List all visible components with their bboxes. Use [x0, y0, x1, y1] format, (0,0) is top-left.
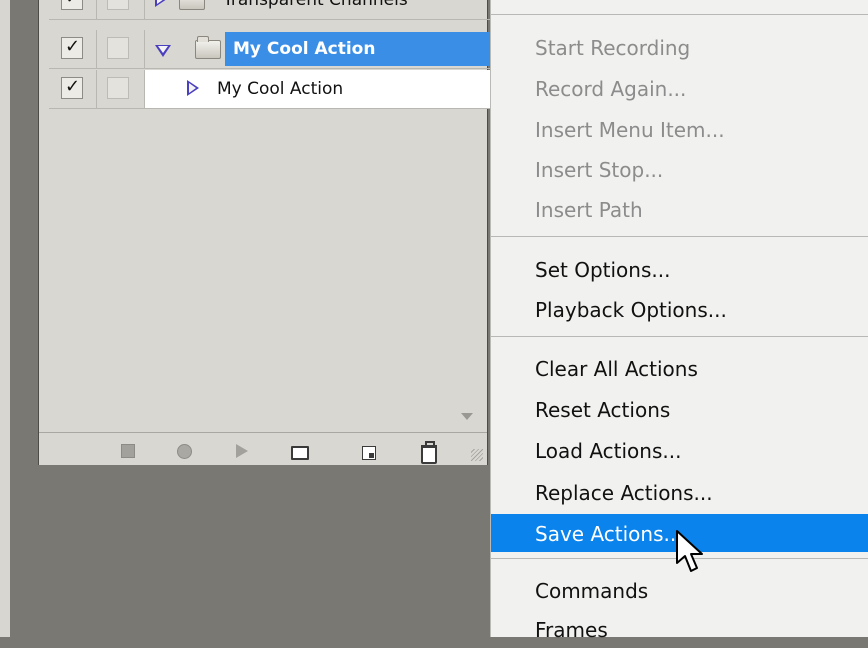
toggle-checkbox[interactable]: ✓ — [61, 0, 83, 10]
panel-toolbar — [39, 432, 487, 465]
dialog-toggle[interactable] — [107, 0, 129, 10]
menu-item-record-again[interactable]: Record Again... — [491, 69, 868, 107]
action-set-label: My Cool Action — [233, 39, 376, 59]
row-content: My Cool Action — [145, 70, 495, 108]
expand-triangle-icon[interactable] — [187, 80, 199, 96]
expand-triangle-icon[interactable] — [155, 0, 167, 7]
action-set-row[interactable]: ✓ Transparent Channels — [49, 0, 495, 20]
action-set-row-selected[interactable]: ✓ My Cool Action — [49, 30, 495, 69]
dialog-cell — [97, 70, 145, 108]
mouse-pointer-icon — [676, 530, 703, 572]
menu-item-label: Load Actions... — [535, 439, 682, 463]
menu-item-label: Insert Menu Item... — [535, 118, 725, 142]
menu-item-label: Clear All Actions — [535, 357, 698, 381]
action-label: My Cool Action — [217, 79, 344, 99]
checkmark-icon: ✓ — [65, 0, 80, 8]
dialog-toggle[interactable] — [107, 37, 129, 59]
folder-icon — [179, 0, 205, 10]
play-icon[interactable] — [236, 444, 248, 458]
menu-item-insert-stop[interactable]: Insert Stop... — [491, 150, 868, 188]
menu-item-label: Replace Actions... — [535, 481, 713, 505]
trash-icon[interactable] — [421, 441, 437, 464]
folder-icon — [195, 36, 221, 59]
new-set-icon[interactable] — [291, 446, 309, 460]
row-content: Transparent Channels — [145, 0, 495, 19]
action-set-label: Transparent Channels — [223, 0, 408, 10]
collapse-triangle-icon[interactable] — [155, 45, 171, 57]
menu-item-label: Frames — [535, 618, 608, 642]
dialog-toggle[interactable] — [107, 77, 129, 99]
menu-separator — [491, 14, 868, 15]
toggle-cell: ✓ — [49, 70, 97, 108]
menu-item-insert-path[interactable]: Insert Path — [491, 190, 868, 228]
toggle-cell: ✓ — [49, 30, 97, 68]
left-window-edge — [0, 0, 10, 637]
action-row[interactable]: ✓ My Cool Action — [49, 70, 495, 109]
menu-item-label: Reset Actions — [535, 398, 671, 422]
menu-item-label: Commands — [535, 579, 649, 603]
menu-item-insert-menu-item[interactable]: Insert Menu Item... — [491, 110, 868, 148]
checkmark-icon: ✓ — [65, 36, 81, 57]
menu-item-label: Save Actions... — [535, 522, 683, 546]
checkmark-icon: ✓ — [65, 76, 81, 97]
actions-panel: ✓ Transparent Channels ✓ My Cool Action — [38, 0, 495, 465]
scroll-down-arrow-icon[interactable] — [461, 413, 473, 420]
dialog-cell — [97, 30, 145, 68]
menu-item-replace-actions[interactable]: Replace Actions... — [491, 473, 868, 511]
menu-item-label: Start Recording — [535, 36, 691, 60]
menu-item-label: Playback Options... — [535, 298, 727, 322]
menu-item-playback-options[interactable]: Playback Options... — [491, 290, 868, 328]
menu-item-label: Insert Path — [535, 198, 643, 222]
toggle-cell: ✓ — [49, 0, 97, 19]
menu-separator — [491, 236, 868, 237]
resize-grip-icon[interactable] — [471, 449, 483, 461]
menu-item-label: Record Again... — [535, 77, 687, 101]
menu-item-frames[interactable]: Frames — [491, 610, 868, 648]
record-icon[interactable] — [177, 444, 192, 459]
menu-item-reset-actions[interactable]: Reset Actions — [491, 390, 868, 428]
menu-item-clear-all-actions[interactable]: Clear All Actions — [491, 349, 868, 387]
row-content: My Cool Action — [145, 30, 495, 68]
toggle-checkbox[interactable]: ✓ — [61, 36, 83, 59]
menu-separator — [491, 336, 868, 337]
menu-item-label: Set Options... — [535, 258, 671, 282]
dialog-cell — [97, 0, 145, 19]
menu-item-commands[interactable]: Commands — [491, 571, 868, 609]
menu-item-set-options[interactable]: Set Options... — [491, 250, 868, 288]
menu-item-start-recording[interactable]: Start Recording — [491, 28, 868, 66]
stop-icon[interactable] — [121, 444, 135, 458]
menu-item-load-actions[interactable]: Load Actions... — [491, 431, 868, 469]
toggle-checkbox[interactable]: ✓ — [61, 76, 83, 99]
menu-item-label: Insert Stop... — [535, 158, 664, 182]
new-action-icon[interactable] — [362, 446, 376, 460]
